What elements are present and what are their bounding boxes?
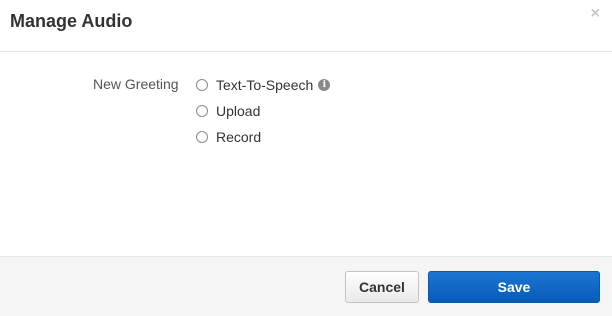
new-greeting-label: New Greeting (93, 76, 179, 92)
radio-button[interactable] (196, 105, 208, 117)
radio-button[interactable] (196, 79, 208, 91)
radio-label[interactable]: Text-To-Speech (216, 77, 313, 93)
radio-button[interactable] (196, 131, 208, 143)
radio-label[interactable]: Record (216, 129, 261, 145)
info-icon[interactable]: i (318, 79, 331, 91)
dialog-header: Manage Audio × (0, 0, 612, 52)
radio-option-text-to-speech[interactable]: Text-To-Speech i (196, 76, 331, 94)
cancel-button[interactable]: Cancel (345, 271, 419, 303)
radio-option-record[interactable]: Record (196, 128, 330, 146)
radio-option-upload[interactable]: Upload (196, 102, 330, 120)
dialog-title: Manage Audio (10, 11, 133, 31)
manage-audio-dialog: Manage Audio × New Greeting Text-To-Spee… (0, 0, 612, 316)
close-icon[interactable]: × (591, 6, 600, 22)
dialog-footer: Cancel Save (0, 256, 612, 316)
dialog-body: New Greeting Text-To-Speech i Upload Rec… (0, 52, 612, 256)
save-button[interactable]: Save (428, 271, 600, 303)
radio-label[interactable]: Upload (216, 103, 260, 119)
greeting-radio-group: Text-To-Speech i Upload Record (196, 76, 331, 154)
